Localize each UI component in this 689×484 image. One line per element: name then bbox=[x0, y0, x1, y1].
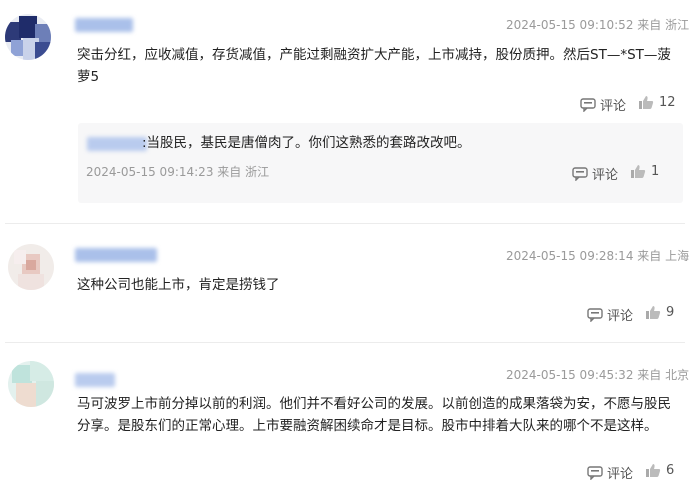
comment-meta: 2024-05-15 09:28:14 来自 上海 bbox=[506, 249, 689, 263]
username-blurred[interactable] bbox=[75, 373, 115, 387]
reply-username-blurred[interactable] bbox=[87, 137, 147, 151]
comment-label: 评论 bbox=[607, 467, 634, 482]
thumbs-up-icon bbox=[639, 96, 654, 109]
like-count: 1 bbox=[651, 164, 660, 179]
like-button[interactable]: 12 bbox=[638, 95, 676, 110]
reply-box: :当股民，基民是唐僧肉了。你们这熟悉的套路改改吧。 2024-05-15 09:… bbox=[78, 123, 683, 203]
like-button[interactable]: 6 bbox=[645, 463, 674, 478]
comment-icon bbox=[572, 166, 588, 181]
comment-button[interactable]: 评论 bbox=[587, 305, 633, 324]
comment-icon bbox=[587, 465, 603, 480]
username-blurred[interactable] bbox=[75, 248, 157, 262]
like-count: 6 bbox=[666, 463, 675, 478]
comment-text: 这种公司也能上市，肯定是捞钱了 bbox=[77, 277, 280, 293]
avatar[interactable] bbox=[8, 361, 54, 407]
comment-label: 评论 bbox=[592, 168, 619, 183]
comment-label: 评论 bbox=[607, 309, 634, 324]
reply-comment-button[interactable]: 评论 bbox=[572, 164, 618, 183]
like-count: 12 bbox=[659, 95, 676, 110]
comment-item: 2024-05-15 09:10:52 来自 浙江 突击分红，应收减值，存货减值… bbox=[0, 0, 689, 215]
comment-text: 突击分红，应收减值，存货减值，产能过剩融资扩大产能，上市减持，股份质押。然后ST… bbox=[77, 47, 671, 85]
comment-icon bbox=[587, 307, 603, 322]
avatar[interactable] bbox=[8, 244, 54, 290]
comment-button[interactable]: 评论 bbox=[580, 95, 626, 114]
thumbs-up-icon bbox=[646, 306, 661, 319]
username-blurred[interactable] bbox=[75, 18, 133, 32]
thumbs-up-icon bbox=[631, 165, 646, 178]
reply-meta: 2024-05-15 09:14:23 来自 浙江 bbox=[86, 165, 270, 179]
comment-button[interactable]: 评论 bbox=[587, 463, 633, 482]
thumbs-up-icon bbox=[646, 464, 661, 477]
comment-label: 评论 bbox=[600, 99, 627, 114]
avatar[interactable] bbox=[5, 14, 51, 60]
reply-like-button[interactable]: 1 bbox=[630, 164, 659, 179]
comment-item: 2024-05-15 09:28:14 来自 上海 这种公司也能上市，肯定是捞钱… bbox=[0, 224, 689, 342]
comment-meta: 2024-05-15 09:45:32 来自 北京 bbox=[506, 368, 689, 382]
like-button[interactable]: 9 bbox=[645, 305, 674, 320]
comment-item: 2024-05-15 09:45:32 来自 北京 马可波罗上市前分掉以前的利润… bbox=[0, 343, 689, 484]
reply-text: :当股民，基民是唐僧肉了。你们这熟悉的套路改改吧。 bbox=[142, 135, 471, 151]
comment-text: 马可波罗上市前分掉以前的利润。他们并不看好公司的发展。以前创造的成果落袋为安，不… bbox=[77, 396, 671, 434]
comment-icon bbox=[580, 97, 596, 112]
comment-meta: 2024-05-15 09:10:52 来自 浙江 bbox=[506, 18, 689, 32]
like-count: 9 bbox=[666, 305, 675, 320]
